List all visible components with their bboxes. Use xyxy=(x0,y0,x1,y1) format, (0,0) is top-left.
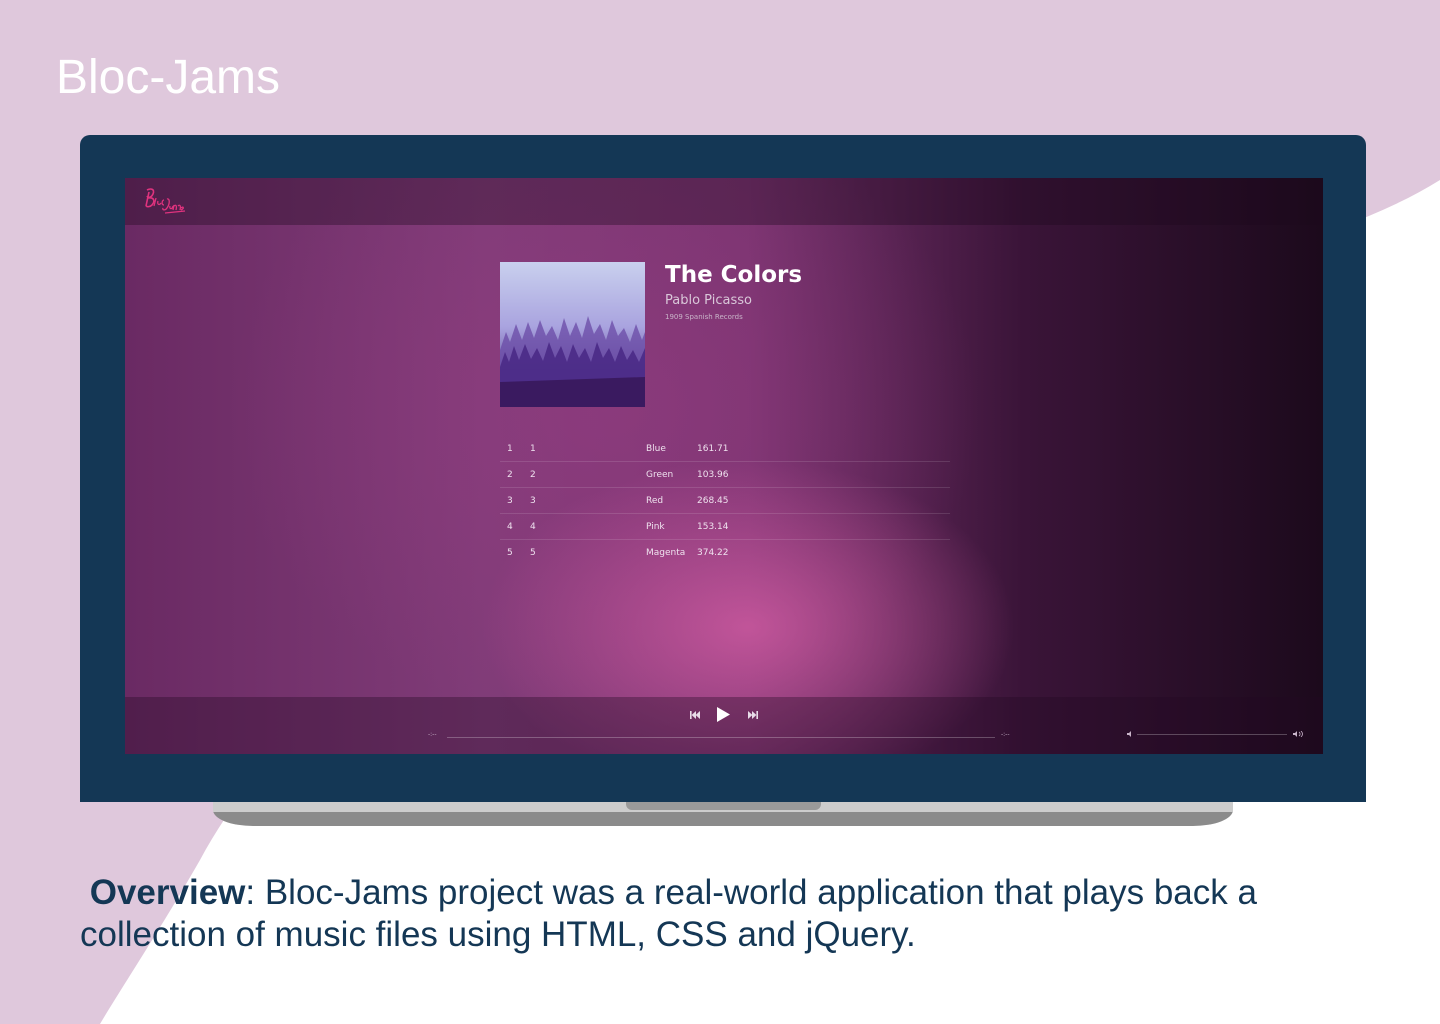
album-title: The Colors xyxy=(665,262,803,288)
album-release-info: 1909 Spanish Records xyxy=(665,313,743,321)
song-row[interactable]: 4 4 Pink 153.14 xyxy=(500,514,950,540)
bloc-jams-logo-icon[interactable] xyxy=(143,184,187,218)
song-row[interactable]: 3 3 Red 268.45 xyxy=(500,488,950,514)
page-title: Bloc-Jams xyxy=(56,51,281,104)
volume-high-icon xyxy=(1293,731,1303,737)
song-number[interactable]: 4 xyxy=(507,522,513,532)
song-duration: 161.71 xyxy=(697,444,729,454)
song-track: 5 xyxy=(530,548,536,558)
current-time: -:-- xyxy=(428,731,437,738)
song-track: 1 xyxy=(530,444,536,454)
play-icon[interactable] xyxy=(717,707,730,722)
navbar xyxy=(125,178,1323,225)
song-number[interactable]: 2 xyxy=(507,470,513,480)
song-title: Green xyxy=(646,470,674,480)
song-track: 2 xyxy=(530,470,536,480)
total-time: -:-- xyxy=(1001,731,1010,738)
volume-bar[interactable] xyxy=(1137,734,1287,735)
song-duration: 374.22 xyxy=(697,548,729,558)
song-duration: 153.14 xyxy=(697,522,729,532)
song-row[interactable]: 1 1 Blue 161.71 xyxy=(500,436,950,462)
previous-icon[interactable] xyxy=(690,711,700,719)
song-duration: 103.96 xyxy=(697,470,729,480)
player-bar: -:-- -:-- xyxy=(125,697,1323,754)
laptop-notch xyxy=(626,802,821,810)
song-number[interactable]: 5 xyxy=(507,548,513,558)
song-title: Blue xyxy=(646,444,666,454)
song-number[interactable]: 3 xyxy=(507,496,513,506)
overview-text: : Bloc-Jams project was a real-world app… xyxy=(80,873,1257,954)
overview-paragraph: Overview: Bloc-Jams project was a real-w… xyxy=(80,872,1370,956)
song-row[interactable]: 2 2 Green 103.96 xyxy=(500,462,950,488)
song-list: 1 1 Blue 161.71 2 2 Green 103.96 3 3 Red… xyxy=(500,436,950,566)
volume-low-icon xyxy=(1127,731,1131,737)
overview-label: Overview xyxy=(89,873,246,912)
album-artist: Pablo Picasso xyxy=(665,293,752,308)
album-cover-image xyxy=(500,262,645,407)
song-duration: 268.45 xyxy=(697,496,729,506)
song-track: 3 xyxy=(530,496,536,506)
song-title: Pink xyxy=(646,522,665,532)
song-title: Magenta xyxy=(646,548,686,558)
song-track: 4 xyxy=(530,522,536,532)
song-row[interactable]: 5 5 Magenta 374.22 xyxy=(500,540,950,566)
seek-bar[interactable] xyxy=(447,737,995,738)
app-screen: The Colors Pablo Picasso 1909 Spanish Re… xyxy=(125,178,1323,754)
song-number[interactable]: 1 xyxy=(507,444,513,454)
song-title: Red xyxy=(646,496,664,506)
next-icon[interactable] xyxy=(748,711,758,719)
